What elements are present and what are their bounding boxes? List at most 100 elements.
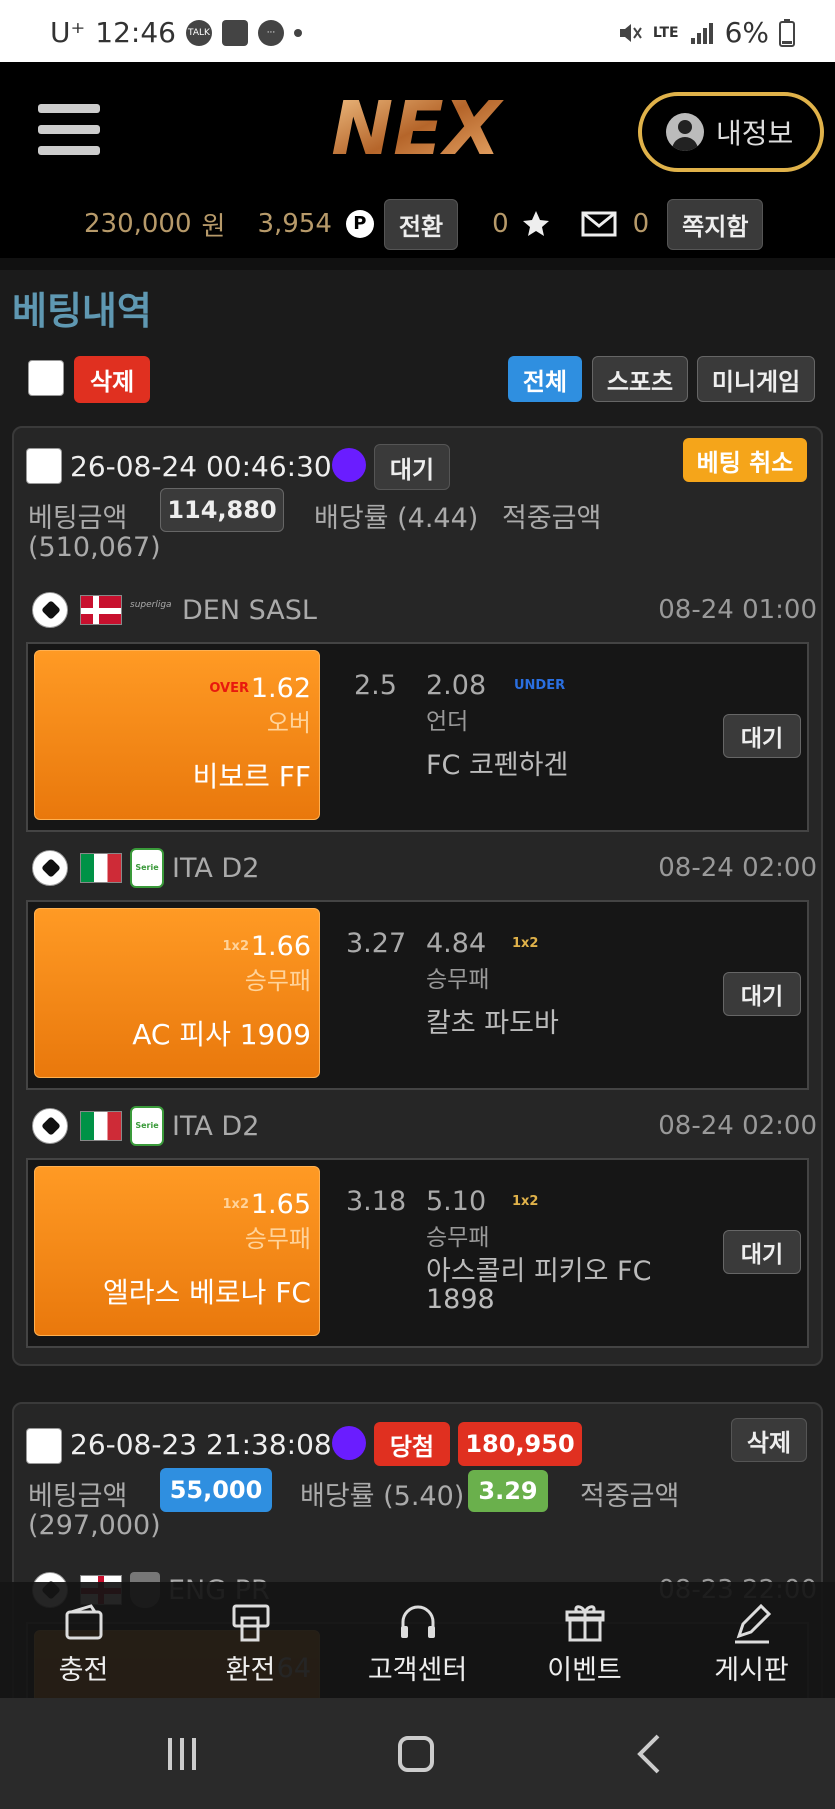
- home-selection-button[interactable]: OVER 1.62 오버 비보르 FF: [34, 650, 320, 820]
- 1x2-tag: 1x2: [222, 939, 249, 954]
- match-status-button[interactable]: 대기: [723, 714, 801, 758]
- bet-select-checkbox[interactable]: [26, 448, 62, 484]
- odds-label: 배당률 (5.40): [300, 1481, 465, 1512]
- away-team: FC 코펜하겐: [426, 750, 569, 781]
- user-icon: [666, 113, 704, 151]
- match-status-button[interactable]: 대기: [723, 972, 801, 1016]
- home-odd: 1.62: [250, 673, 311, 704]
- league-name: ITA D2: [172, 852, 260, 884]
- home-selection-button[interactable]: 1x2 1.65 승무패 엘라스 베로나 FC: [34, 1166, 320, 1336]
- points-icon: P: [345, 210, 374, 238]
- home-odd: 1.65: [250, 1189, 311, 1220]
- filter-all-tab[interactable]: 전체: [508, 356, 582, 402]
- bet-card-header: 26-08-23 21:38:08 당첨 180,950 삭제 베팅금액 55,…: [14, 1404, 821, 1554]
- 1x2-tag: 1x2: [512, 1194, 539, 1209]
- my-info-label: 내정보: [716, 117, 794, 150]
- league-name: ITA D2: [172, 1110, 260, 1142]
- match-row: 1x2 1.66 승무패 AC 피사 1909 3.27 4.84 1x2 승무…: [26, 900, 809, 1090]
- bet-amount-label: 베팅금액: [28, 503, 128, 534]
- win-amount-label: 적중금액: [502, 503, 602, 534]
- notification-dot-icon: [293, 28, 302, 37]
- away-market: 승무패: [426, 967, 490, 993]
- account-info-bar: 230,000 원 3,954 P 전환 0 0 쪽지함: [0, 194, 835, 254]
- android-nav-bar: [0, 1698, 835, 1809]
- app-header: NEX 내정보 230,000 원 3,954 P 전환 0 0 쪽지함: [0, 62, 835, 258]
- filter-minigame-tab[interactable]: 미니게임: [697, 356, 815, 402]
- nav-board[interactable]: 게시판: [668, 1582, 835, 1698]
- star-icon: [522, 211, 549, 236]
- soccer-ball-icon: [32, 850, 68, 886]
- convert-button[interactable]: 전환: [383, 198, 459, 250]
- home-market: 승무패: [244, 1225, 311, 1253]
- denmark-flag-icon: [80, 595, 122, 625]
- nav-event[interactable]: 이벤트: [501, 1582, 668, 1698]
- atm-icon: [232, 1604, 269, 1642]
- home-market: 승무패: [244, 967, 311, 995]
- filter-sports-tab[interactable]: 스포츠: [592, 356, 688, 402]
- under-tag: UNDER: [514, 678, 566, 693]
- bet-card: 26-08-24 00:46:30 대기 베팅 취소 베팅금액 114,880 …: [12, 426, 823, 1366]
- recent-apps-icon[interactable]: [162, 1734, 202, 1774]
- away-team: 칼초 파도바: [426, 1008, 559, 1039]
- bottom-navigation: 충전 환전 고객센터 이벤트 게시판: [0, 1582, 835, 1698]
- match-row: OVER 1.62 오버 비보르 FF 2.5 2.08 UNDER 언더 FC…: [26, 642, 809, 832]
- soccer-ball-icon: [32, 1108, 68, 1144]
- cancel-bet-button[interactable]: 베팅 취소: [683, 438, 807, 482]
- win-amount-value: (297,000): [28, 1510, 161, 1541]
- away-team-line-2: 1898: [426, 1284, 495, 1315]
- draw-odd: 3.18: [346, 1186, 407, 1217]
- menu-icon[interactable]: [38, 104, 100, 156]
- away-market: 언더: [426, 709, 469, 735]
- bet-select-checkbox[interactable]: [26, 1428, 62, 1464]
- home-team: 비보르 FF: [192, 760, 311, 793]
- league-row: Serie B ITA D2 08-24 02:00: [14, 836, 821, 908]
- bet-datetime: 26-08-23 21:38:08: [70, 1428, 332, 1461]
- 1x2-tag: 1x2: [512, 936, 539, 951]
- home-selection-button[interactable]: 1x2 1.66 승무패 AC 피사 1909: [34, 908, 320, 1078]
- match-status-button[interactable]: 대기: [723, 1230, 801, 1274]
- league-row: Serie B ITA D2 08-24 02:00: [14, 1094, 821, 1166]
- nav-deposit-label: 충전: [58, 1655, 109, 1686]
- nav-support-label: 고객센터: [367, 1655, 468, 1686]
- away-odd: 5.10: [426, 1186, 487, 1217]
- over-tag: OVER: [209, 681, 249, 696]
- select-all-checkbox[interactable]: [28, 360, 64, 396]
- bet-amount-label: 베팅금액: [28, 1481, 128, 1512]
- away-team: 아스콜리 피키오 FC 1898: [426, 1258, 651, 1314]
- delete-selected-button[interactable]: 삭제: [74, 356, 151, 403]
- status-dot-icon: [332, 448, 366, 482]
- bet-card-header: 26-08-24 00:46:30 대기 베팅 취소 베팅금액 114,880 …: [14, 428, 821, 578]
- gallery-icon: [221, 19, 248, 46]
- home-icon[interactable]: [396, 1734, 436, 1774]
- italy-flag-icon: [80, 1111, 122, 1141]
- battery-icon: [779, 18, 795, 47]
- carrier-label: U⁺: [50, 16, 86, 49]
- star-count: 0: [492, 209, 509, 239]
- away-market: 승무패: [426, 1225, 490, 1251]
- superliga-logo-icon: superliga: [130, 600, 172, 610]
- nav-withdraw[interactable]: 환전: [167, 1582, 334, 1698]
- odds-badge: 3.29: [468, 1470, 548, 1512]
- nav-support[interactable]: 고객센터: [334, 1582, 501, 1698]
- 1x2-tag: 1x2: [222, 1197, 249, 1212]
- nav-deposit[interactable]: 충전: [0, 1582, 167, 1698]
- delete-bet-button[interactable]: 삭제: [731, 1418, 807, 1462]
- away-odd: 2.08: [426, 670, 487, 701]
- nex-logo: NEX: [331, 90, 504, 166]
- mail-icon[interactable]: [581, 210, 617, 238]
- home-market: 오버: [266, 709, 311, 737]
- home-odd: 1.66: [250, 931, 311, 962]
- italy-flag-icon: [80, 853, 122, 883]
- my-info-button[interactable]: 내정보: [638, 92, 824, 172]
- back-icon[interactable]: [630, 1734, 670, 1774]
- wallet-icon: [65, 1604, 102, 1640]
- status-bar: U⁺ 12:46 TALK ··· LTE 6%: [0, 0, 835, 62]
- balance-currency: 원: [201, 211, 226, 242]
- message-count: 0: [632, 209, 650, 239]
- nav-event-label: 이벤트: [547, 1655, 622, 1686]
- signal-icon: [690, 22, 713, 44]
- away-team-line-1: 아스콜리 피키오 FC: [426, 1256, 652, 1287]
- inbox-button[interactable]: 쪽지함: [667, 198, 764, 250]
- match-time: 08-24 01:00: [658, 595, 817, 625]
- pencil-icon: [734, 1603, 771, 1644]
